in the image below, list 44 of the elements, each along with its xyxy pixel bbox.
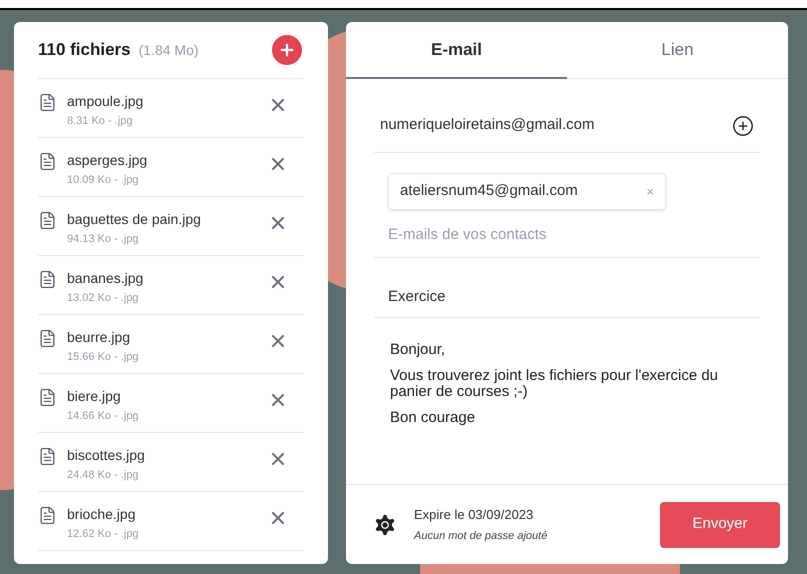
message-field[interactable]: Bonjour, Vous trouverez joint les fichiers pour l'exercice du panier de courses ;-) Bon courage	[374, 318, 760, 482]
file-meta: 15.66 Ko - .jpg	[67, 350, 140, 365]
recipient-email: ateliersnum45@gmail.com	[400, 181, 578, 202]
add-circle-icon[interactable]	[732, 114, 754, 136]
send-button[interactable]: Envoyer	[660, 502, 780, 548]
message-paragraph: Bon courage	[390, 410, 476, 426]
file-meta: 13.02 Ko - .jpg	[67, 291, 140, 306]
total-size: (1.84 Mo)	[138, 41, 199, 60]
add-files-button[interactable]	[272, 35, 302, 65]
file-meta: 12.62 Ko - .jpg	[67, 527, 140, 542]
file-icon	[38, 152, 57, 171]
file-icon	[38, 211, 57, 230]
file-meta: 24.48 Ko - .jpg	[67, 468, 140, 483]
subject-text: Exercice	[388, 288, 446, 304]
file-name: biere.jpg	[67, 388, 122, 405]
message-paragraph: Bonjour,	[390, 342, 446, 358]
file-icon	[38, 388, 57, 407]
file-name: baguettes de pain.jpg	[67, 211, 202, 228]
sender-email: numeriqueloiretains@gmail.com	[380, 115, 594, 136]
file-icon	[38, 93, 57, 112]
expiry-text: Expire le 03/09/2023	[414, 506, 534, 524]
recipients-field[interactable]: ateliersnum45@gmail.com × E-mails de vos contacts	[374, 153, 760, 258]
file-name: asperges.jpg	[67, 152, 148, 169]
file-icon	[38, 447, 57, 466]
file-icon	[38, 506, 57, 525]
file-name: biscottes.jpg	[67, 447, 146, 464]
file-icon	[38, 329, 57, 348]
plus-icon	[278, 41, 296, 59]
recipients-placeholder: E-mails de vos contacts	[388, 225, 546, 245]
files-count: 110 fichiers	[38, 39, 131, 62]
file-name: bananes.jpg	[67, 270, 144, 287]
tab[interactable]: E-mail	[346, 22, 567, 79]
message-paragraph: Vous trouverez joint les fichiers pour l'exercice du panier de courses ;-)	[390, 368, 720, 400]
file-name: ampoule.jpg	[67, 93, 144, 110]
file-name: beurre.jpg	[67, 329, 132, 346]
file-name: brioche.jpg	[67, 506, 136, 523]
file-meta: 14.66 Ko - .jpg	[67, 409, 140, 424]
file-icon	[38, 270, 57, 289]
file-meta: 10.09 Ko - .jpg	[67, 173, 140, 188]
password-note: Aucun mot de passe ajouté	[414, 528, 548, 544]
tab[interactable]: Lien	[567, 22, 788, 78]
file-meta: 8.31 Ko - .jpg	[67, 114, 134, 129]
file-meta: 94.13 Ko - .jpg	[67, 232, 140, 247]
subject-field[interactable]: Exercice	[374, 258, 760, 318]
